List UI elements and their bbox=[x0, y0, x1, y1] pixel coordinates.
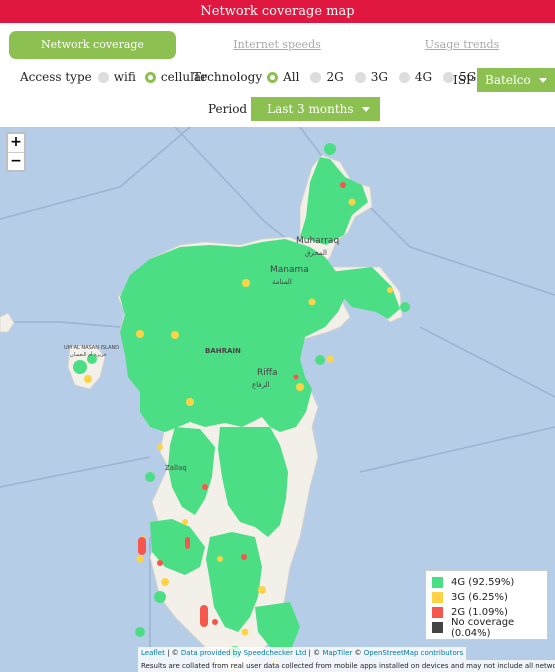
legend-swatch bbox=[432, 577, 443, 588]
radio-wifi[interactable] bbox=[97, 71, 109, 83]
isp-label: ISP bbox=[453, 73, 475, 87]
app-root: Network coverage map Network coverage In… bbox=[0, 0, 555, 672]
maptiler-link[interactable]: MapTiler bbox=[322, 649, 352, 657]
label-bahrain: BAHRAIN bbox=[205, 347, 241, 355]
radio-tech-2g[interactable] bbox=[310, 71, 322, 83]
isp-group: ISP Batelco bbox=[453, 68, 555, 92]
label-hawar: UM AL NASAN ISLAND bbox=[64, 345, 119, 351]
tab-usage-trends[interactable]: Usage trends bbox=[412, 31, 512, 59]
radio-tech-all[interactable] bbox=[267, 71, 279, 83]
label-riffa: Riffa bbox=[257, 368, 277, 378]
radio-tech-2g-label[interactable]: 2G bbox=[326, 70, 343, 84]
map-legend: 4G (92.59%) 3G (6.25%) 2G (1.09%) No cov… bbox=[425, 570, 548, 640]
label-manama-ar: المنامة bbox=[272, 278, 292, 286]
attribution-sep: | © bbox=[164, 649, 181, 657]
radio-tech-3g-label[interactable]: 3G bbox=[371, 70, 388, 84]
period-label: Period bbox=[208, 102, 248, 116]
legend-item-4g: 4G (92.59%) bbox=[432, 575, 541, 590]
radio-tech-3g[interactable] bbox=[354, 71, 366, 83]
coverage-4g bbox=[73, 143, 410, 658]
speedchecker-link[interactable]: Data provided by Speedchecker Ltd bbox=[181, 649, 306, 657]
radio-cellular[interactable] bbox=[144, 71, 156, 83]
zoom-out-button[interactable]: − bbox=[8, 152, 24, 170]
chevron-down-icon bbox=[361, 106, 370, 112]
legend-swatch bbox=[432, 607, 443, 618]
legend-swatch bbox=[432, 592, 443, 603]
page-title: Network coverage map bbox=[0, 0, 555, 23]
legend-swatch bbox=[432, 622, 443, 633]
label-muharraq-ar: المحرق bbox=[305, 249, 327, 257]
map-footnote: Results are collated from real user data… bbox=[138, 660, 555, 672]
legend-label: No coverage (0.04%) bbox=[451, 616, 515, 639]
legend-label: 4G (92.59%) bbox=[451, 577, 515, 588]
chevron-down-icon bbox=[538, 77, 547, 83]
zoom-in-button[interactable]: + bbox=[8, 134, 24, 152]
radio-tech-4g-label[interactable]: 4G bbox=[415, 70, 432, 84]
label-zallaq: Zallaq bbox=[165, 464, 187, 472]
leaflet-link[interactable]: Leaflet bbox=[141, 649, 165, 657]
access-type-group: Access type wifi cellular bbox=[20, 69, 207, 85]
tab-internet-speeds[interactable]: Internet speeds bbox=[222, 31, 332, 59]
legend-item-3g: 3G (6.25%) bbox=[432, 590, 541, 605]
label-manama: Manama bbox=[270, 265, 309, 275]
technology-label: Technology bbox=[193, 70, 263, 84]
attribution-sep: | © bbox=[306, 649, 323, 657]
attribution-sep: © bbox=[352, 649, 364, 657]
map-attribution: Leaflet | © Data provided by Speedchecke… bbox=[138, 647, 467, 660]
access-type-label: Access type bbox=[20, 70, 92, 84]
period-group: Period Last 3 months bbox=[208, 97, 380, 121]
period-select-value: Last 3 months bbox=[267, 102, 354, 116]
isp-select[interactable]: Batelco bbox=[477, 68, 555, 92]
tab-network-coverage[interactable]: Network coverage bbox=[9, 31, 176, 59]
radio-tech-4g[interactable] bbox=[398, 71, 410, 83]
legend-item-no-coverage: No coverage (0.04%) bbox=[432, 617, 541, 639]
legend-label: 3G (6.25%) bbox=[451, 592, 508, 603]
period-select[interactable]: Last 3 months bbox=[251, 97, 380, 121]
zoom-control: + − bbox=[6, 132, 26, 172]
technology-group: Technology All 2G 3G 4G 5G bbox=[193, 69, 476, 85]
radio-wifi-label[interactable]: wifi bbox=[114, 70, 136, 84]
label-muharraq: Muharraq bbox=[296, 236, 339, 246]
osm-link[interactable]: OpenStreetMap contributors bbox=[364, 649, 464, 657]
label-riffa-ar: الرفاع bbox=[252, 381, 270, 389]
label-hawar-ar: جزيرة أم النعسان bbox=[70, 351, 107, 358]
isp-select-value: Batelco bbox=[485, 73, 531, 87]
radio-tech-all-label[interactable]: All bbox=[283, 70, 299, 84]
